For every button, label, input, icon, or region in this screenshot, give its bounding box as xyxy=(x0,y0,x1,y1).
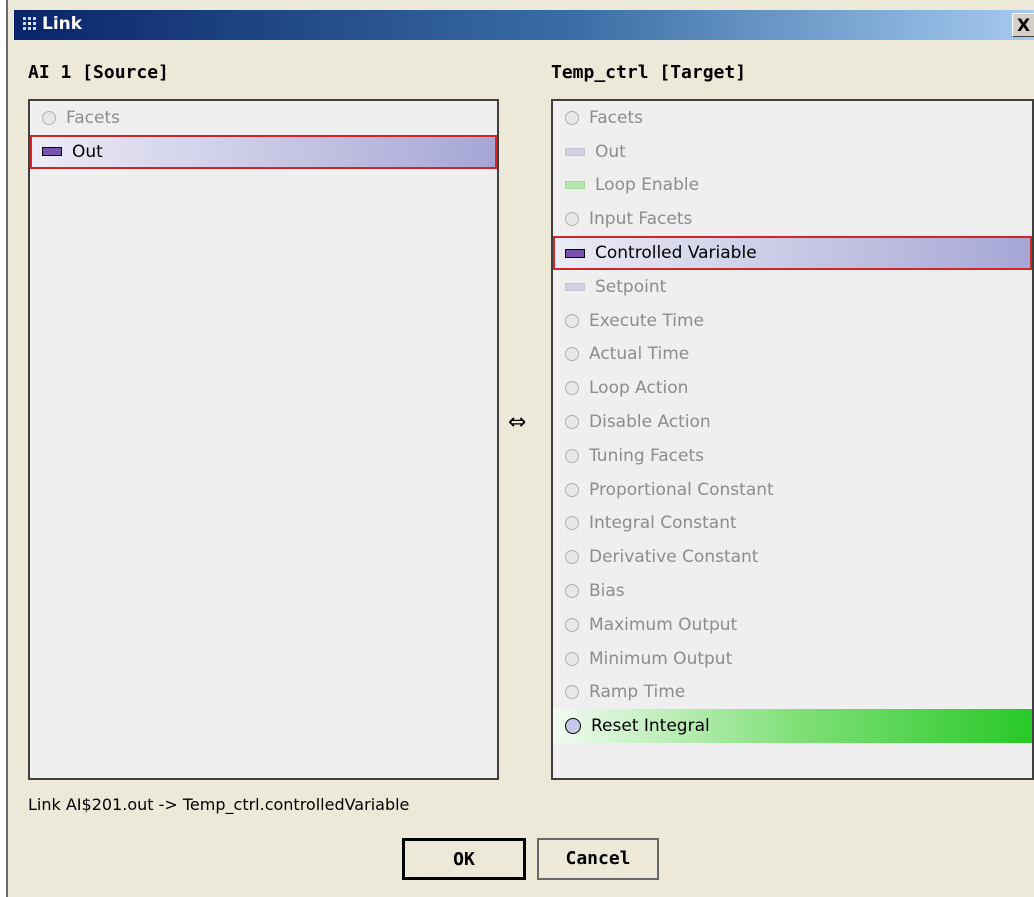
target-slot-item[interactable]: Ramp Time xyxy=(553,676,1032,710)
target-slot-item[interactable]: Loop Action xyxy=(553,371,1032,405)
bar-icon xyxy=(565,248,585,258)
slot-label: Proportional Constant xyxy=(589,479,774,500)
link-icon xyxy=(23,17,36,30)
cancel-button[interactable]: Cancel xyxy=(537,838,659,880)
target-slot-list[interactable]: Facets Out Loop Enable Input Facets Controll… xyxy=(551,99,1034,780)
slot-label: Derivative Constant xyxy=(589,547,759,568)
slot-label: Tuning Facets xyxy=(589,445,705,466)
slot-label: Loop Enable xyxy=(595,175,700,196)
slot-label: Facets xyxy=(66,107,120,128)
green-bar-icon xyxy=(565,181,585,190)
target-slot-item[interactable]: Integral Constant xyxy=(553,507,1032,541)
source-heading: AI 1 [Source] xyxy=(28,62,169,83)
circle-icon xyxy=(565,617,579,632)
circle-icon xyxy=(565,550,579,565)
circle-icon xyxy=(565,584,579,599)
circle-icon xyxy=(565,516,579,531)
target-slot-item[interactable]: Actual Time xyxy=(553,338,1032,372)
bar-icon xyxy=(565,282,585,291)
bar-icon xyxy=(42,147,62,157)
target-slot-item[interactable]: Controlled Variable xyxy=(553,236,1032,270)
slot-label: Execute Time xyxy=(589,310,704,331)
target-slot-item[interactable]: Tuning Facets xyxy=(553,439,1032,473)
circle-icon xyxy=(565,110,579,125)
circle-icon xyxy=(565,482,579,497)
circle-icon xyxy=(565,313,579,328)
target-slot-item[interactable]: Minimum Output xyxy=(553,642,1032,676)
circle-icon xyxy=(42,110,56,125)
circle-icon xyxy=(565,381,579,396)
target-slot-item[interactable]: Derivative Constant xyxy=(553,540,1032,574)
target-heading: Temp_ctrl [Target] xyxy=(551,62,747,83)
slot-label: Disable Action xyxy=(589,412,711,433)
ok-button[interactable]: OK xyxy=(402,838,526,880)
circle-icon xyxy=(565,651,579,666)
source-slot-item[interactable]: Facets xyxy=(30,101,497,135)
circle-icon xyxy=(565,415,579,430)
slot-label: Setpoint xyxy=(595,276,667,297)
target-slot-item[interactable]: Proportional Constant xyxy=(553,473,1032,507)
slot-label: Minimum Output xyxy=(589,648,733,669)
target-slot-item[interactable]: Setpoint xyxy=(553,270,1032,304)
target-slot-item[interactable]: Loop Enable xyxy=(553,169,1032,203)
slot-label: Ramp Time xyxy=(589,682,686,703)
circle-icon xyxy=(565,347,579,362)
target-slot-item[interactable]: Input Facets xyxy=(553,202,1032,236)
circle-icon xyxy=(565,685,579,700)
slot-label: Bias xyxy=(589,581,625,602)
link-dialog: Link X AI 1 [Source] Temp_ctrl [Target] … xyxy=(0,0,1034,897)
close-button[interactable]: X xyxy=(1012,13,1034,37)
target-slot-item[interactable]: Facets xyxy=(553,101,1032,135)
slot-label: Reset Integral xyxy=(591,716,710,737)
slot-label: Maximum Output xyxy=(589,614,738,635)
link-description: Link AI$201.out -> Temp_ctrl.controlledV… xyxy=(28,795,410,814)
target-slot-item[interactable]: Bias xyxy=(553,574,1032,608)
link-direction-icon: ⇔ xyxy=(508,410,527,435)
target-slot-item[interactable]: Out xyxy=(553,135,1032,169)
slot-label: Out xyxy=(595,141,626,162)
slot-label: Loop Action xyxy=(589,378,689,399)
target-slot-item[interactable]: Maximum Output xyxy=(553,608,1032,642)
circle-icon xyxy=(565,212,579,227)
slot-label: Controlled Variable xyxy=(595,243,757,264)
bar-icon xyxy=(565,147,585,156)
slot-label: Input Facets xyxy=(589,209,693,230)
slot-label: Facets xyxy=(589,107,643,128)
source-slot-list[interactable]: Facets Out xyxy=(28,99,499,780)
circle-icon xyxy=(565,448,579,463)
slot-label: Integral Constant xyxy=(589,513,737,534)
window-frame-left xyxy=(0,0,8,897)
circle-icon xyxy=(565,718,581,735)
slot-label: Actual Time xyxy=(589,344,690,365)
target-slot-item[interactable]: Reset Integral xyxy=(553,709,1032,744)
source-slot-item[interactable]: Out xyxy=(30,134,497,169)
title-bar[interactable]: Link X xyxy=(14,10,1034,40)
window-title: Link xyxy=(42,14,83,34)
target-slot-item[interactable]: Disable Action xyxy=(553,405,1032,439)
slot-label: Out xyxy=(72,141,103,162)
target-slot-item[interactable]: Execute Time xyxy=(553,304,1032,338)
